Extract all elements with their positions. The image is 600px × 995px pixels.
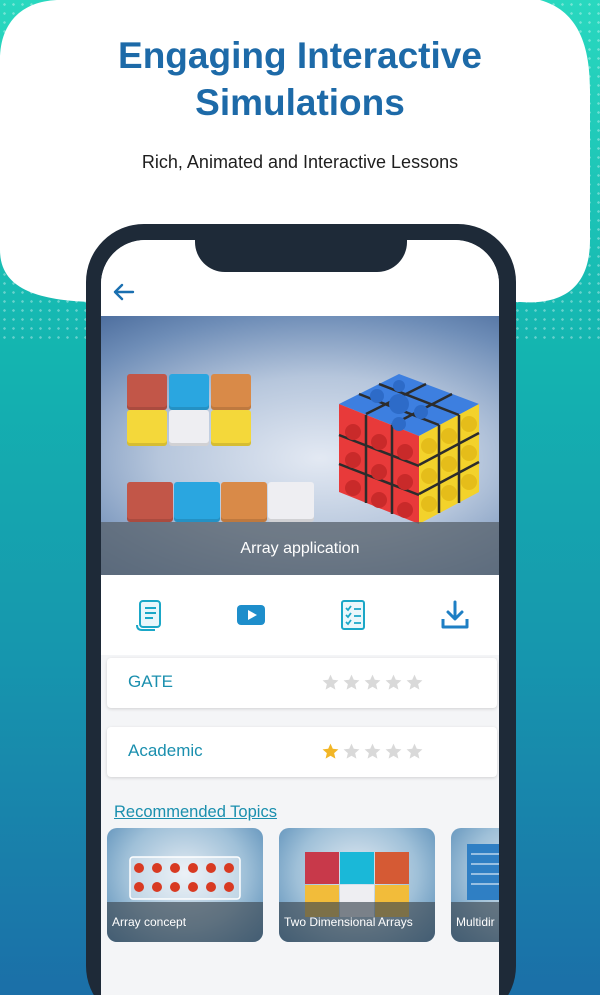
star-empty-icon[interactable] bbox=[384, 742, 403, 761]
headline-line-2: Simulations bbox=[195, 82, 405, 123]
headline-line-1: Engaging Interactive bbox=[118, 35, 482, 76]
topic-card-two-dimensional-arrays[interactable]: Two Dimensional Arrays bbox=[279, 828, 435, 942]
rubiks-cube-image bbox=[338, 374, 480, 524]
tile bbox=[169, 374, 209, 410]
action-bar bbox=[101, 575, 499, 655]
star-rating[interactable] bbox=[321, 742, 424, 761]
topic-label: Array concept bbox=[107, 902, 263, 942]
topic-card-array-concept[interactable]: Array concept bbox=[107, 828, 263, 942]
tile bbox=[169, 410, 209, 446]
star-empty-icon[interactable] bbox=[405, 742, 424, 761]
star-empty-icon[interactable] bbox=[342, 742, 361, 761]
rating-card-gate[interactable]: GATE bbox=[107, 658, 497, 708]
star-empty-icon[interactable] bbox=[384, 673, 403, 692]
tile bbox=[211, 374, 251, 410]
apple-array-image bbox=[129, 856, 241, 900]
tile bbox=[174, 482, 220, 522]
headline-subtitle: Rich, Animated and Interactive Lessons bbox=[141, 152, 459, 172]
star-empty-icon[interactable] bbox=[405, 673, 424, 692]
rating-label: Academic bbox=[128, 741, 203, 760]
download-icon[interactable] bbox=[437, 597, 473, 633]
star-rating[interactable] bbox=[321, 673, 424, 692]
tile bbox=[127, 374, 167, 410]
star-filled-icon[interactable] bbox=[321, 742, 340, 761]
tile bbox=[221, 482, 267, 522]
recommended-topics-title[interactable]: Recommended Topics bbox=[114, 803, 277, 822]
phone-notch bbox=[195, 224, 407, 272]
rating-card-academic[interactable]: Academic bbox=[107, 727, 497, 777]
star-empty-icon[interactable] bbox=[363, 673, 382, 692]
play-video-icon[interactable] bbox=[233, 597, 269, 633]
hero-caption: Array application bbox=[101, 522, 499, 575]
headline: Engaging Interactive Simulations bbox=[0, 32, 600, 126]
star-empty-icon[interactable] bbox=[321, 673, 340, 692]
star-empty-icon[interactable] bbox=[363, 742, 382, 761]
back-arrow-icon[interactable] bbox=[109, 278, 139, 306]
checklist-icon[interactable] bbox=[335, 597, 371, 633]
rating-label: GATE bbox=[128, 672, 174, 691]
topic-label: Two Dimensional Arrays bbox=[279, 902, 435, 942]
matrix-stack-image bbox=[467, 844, 499, 900]
phone-screen: Array application GATE Academic Recommen… bbox=[101, 240, 499, 995]
tile bbox=[268, 482, 314, 522]
topic-label: Multidir bbox=[451, 902, 499, 942]
tile bbox=[127, 482, 173, 522]
tile bbox=[127, 410, 167, 446]
tile bbox=[211, 410, 251, 446]
hero-image: Array application bbox=[101, 316, 499, 575]
star-empty-icon[interactable] bbox=[342, 673, 361, 692]
topic-card-multidimensional[interactable]: Multidir bbox=[451, 828, 499, 942]
document-scroll-icon[interactable] bbox=[131, 597, 167, 633]
